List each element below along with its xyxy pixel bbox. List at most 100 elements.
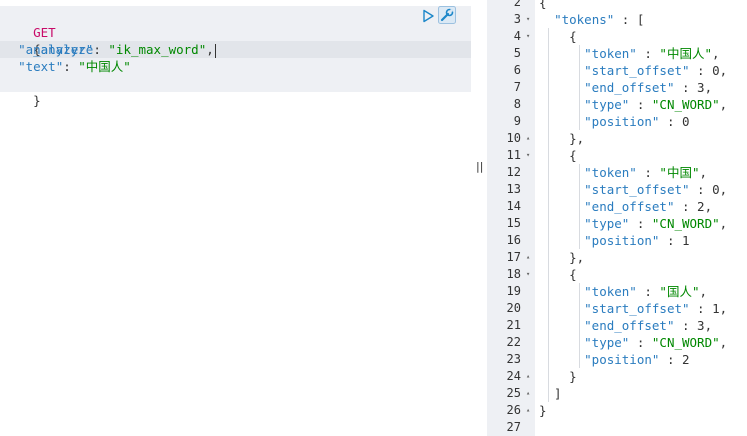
- fold-expand-icon[interactable]: ▴: [526, 385, 530, 402]
- fold-expand-icon[interactable]: ▴: [526, 402, 530, 419]
- fold-expand-icon[interactable]: ▴: [526, 368, 530, 385]
- json-punct: [539, 284, 584, 299]
- json-punct: : 3,: [674, 80, 713, 95]
- json-punct: ,: [699, 165, 708, 180]
- fold-collapse-icon[interactable]: ▾: [526, 28, 530, 45]
- line-number: 21: [506, 318, 521, 332]
- response-code-line: }: [539, 368, 577, 385]
- json-punct: : 1: [659, 233, 690, 248]
- response-code-line: "token" : "国人",: [539, 283, 707, 300]
- json-string: "CN_WORD": [651, 335, 720, 350]
- line-number: 6: [513, 63, 521, 77]
- text-key: "text": [18, 59, 64, 74]
- json-punct: : 3,: [674, 318, 713, 333]
- indent-guide: [579, 283, 580, 368]
- json-punct: [539, 182, 584, 197]
- line-number: 10: [506, 131, 521, 145]
- json-key: "position": [584, 352, 660, 367]
- fold-collapse-icon[interactable]: ▾: [526, 11, 530, 28]
- json-punct: ]: [539, 386, 562, 401]
- response-code-line: "start_offset" : 0,: [539, 62, 727, 79]
- fold-expand-icon[interactable]: ▴: [526, 249, 530, 266]
- json-punct: [539, 216, 584, 231]
- json-punct: [539, 97, 584, 112]
- line-number: 9: [513, 114, 521, 128]
- json-punct: :: [636, 165, 660, 180]
- json-key: "type": [584, 335, 630, 350]
- json-punct: [539, 318, 584, 333]
- response-code-line: "tokens" : [: [539, 11, 644, 28]
- response-code-line: },: [539, 130, 584, 147]
- line-number: 17: [506, 250, 521, 264]
- line-number: 25: [506, 386, 521, 400]
- request-body-open[interactable]: {: [3, 24, 41, 57]
- json-punct: {: [539, 0, 547, 10]
- response-code-line: }: [539, 402, 547, 419]
- json-punct: ,: [699, 284, 708, 299]
- close-brace: }: [33, 93, 41, 108]
- json-punct: [539, 335, 584, 350]
- json-punct: : 1,: [689, 301, 728, 316]
- line-number: 19: [506, 284, 521, 298]
- json-punct: :: [629, 216, 652, 231]
- line-number: 8: [513, 97, 521, 111]
- json-key: "start_offset": [584, 301, 690, 316]
- json-punct: [539, 63, 584, 78]
- response-code-line: {: [539, 266, 577, 283]
- request-editor[interactable]: GET _analyze { "analyzer": "ik_max_word"…: [0, 0, 471, 436]
- fold-collapse-icon[interactable]: ▾: [526, 266, 530, 283]
- request-body-analyzer-line[interactable]: "analyzer": "ik_max_word",: [3, 41, 216, 58]
- line-number: 18: [506, 267, 521, 281]
- json-punct: {: [539, 29, 577, 44]
- json-string: "中国": [659, 165, 700, 180]
- json-key: "token": [584, 46, 637, 61]
- response-code-line: },: [539, 249, 584, 266]
- json-punct: : 0,: [689, 182, 728, 197]
- json-punct: [539, 352, 584, 367]
- json-punct: ,: [719, 97, 728, 112]
- request-body-text-line[interactable]: "text": "中国人": [3, 58, 131, 75]
- json-string: "CN_WORD": [651, 216, 720, 231]
- line-number: 3: [513, 12, 521, 26]
- json-key: "token": [584, 165, 637, 180]
- play-icon[interactable]: [420, 8, 436, 24]
- fold-collapse-icon[interactable]: ▾: [526, 147, 530, 164]
- response-code-line: "type" : "CN_WORD",: [539, 215, 727, 232]
- json-key: "tokens": [554, 12, 615, 27]
- json-punct: :: [629, 335, 652, 350]
- line-number: 7: [513, 80, 521, 94]
- json-punct: :: [636, 284, 660, 299]
- line-number: 15: [506, 216, 521, 230]
- json-punct: [539, 233, 584, 248]
- json-string: "国人": [659, 284, 700, 299]
- line-number: 22: [506, 335, 521, 349]
- line-number: 24: [506, 369, 521, 383]
- wrench-icon[interactable]: [438, 6, 456, 24]
- line-number: 14: [506, 199, 521, 213]
- json-key: "type": [584, 97, 630, 112]
- line-number: 4: [513, 29, 521, 43]
- json-punct: },: [539, 250, 585, 265]
- json-punct: [539, 12, 554, 27]
- json-punct: }: [539, 369, 577, 384]
- request-body-close[interactable]: }: [3, 75, 41, 108]
- json-punct: : 0: [659, 114, 690, 129]
- fold-expand-icon[interactable]: ▴: [526, 130, 530, 147]
- json-punct: }: [539, 403, 547, 418]
- line-number: 27: [506, 420, 521, 434]
- json-punct: : 2,: [674, 199, 713, 214]
- json-key: "end_offset": [584, 318, 675, 333]
- line-number: 11: [506, 148, 521, 162]
- json-punct: [539, 301, 584, 316]
- response-code-line: "token" : "中国",: [539, 164, 707, 181]
- text-cursor: [214, 43, 216, 58]
- json-key: "end_offset": [584, 199, 675, 214]
- json-punct: {: [539, 148, 577, 163]
- response-code-line: "token" : "中国人",: [539, 45, 719, 62]
- json-punct: : [: [614, 12, 645, 27]
- resize-handle-icon[interactable]: ||: [476, 160, 483, 173]
- pane-splitter[interactable]: [471, 0, 487, 436]
- request-method-line[interactable]: GET _analyze: [3, 7, 93, 57]
- response-code-line: "start_offset" : 0,: [539, 181, 727, 198]
- colon: :: [63, 59, 79, 74]
